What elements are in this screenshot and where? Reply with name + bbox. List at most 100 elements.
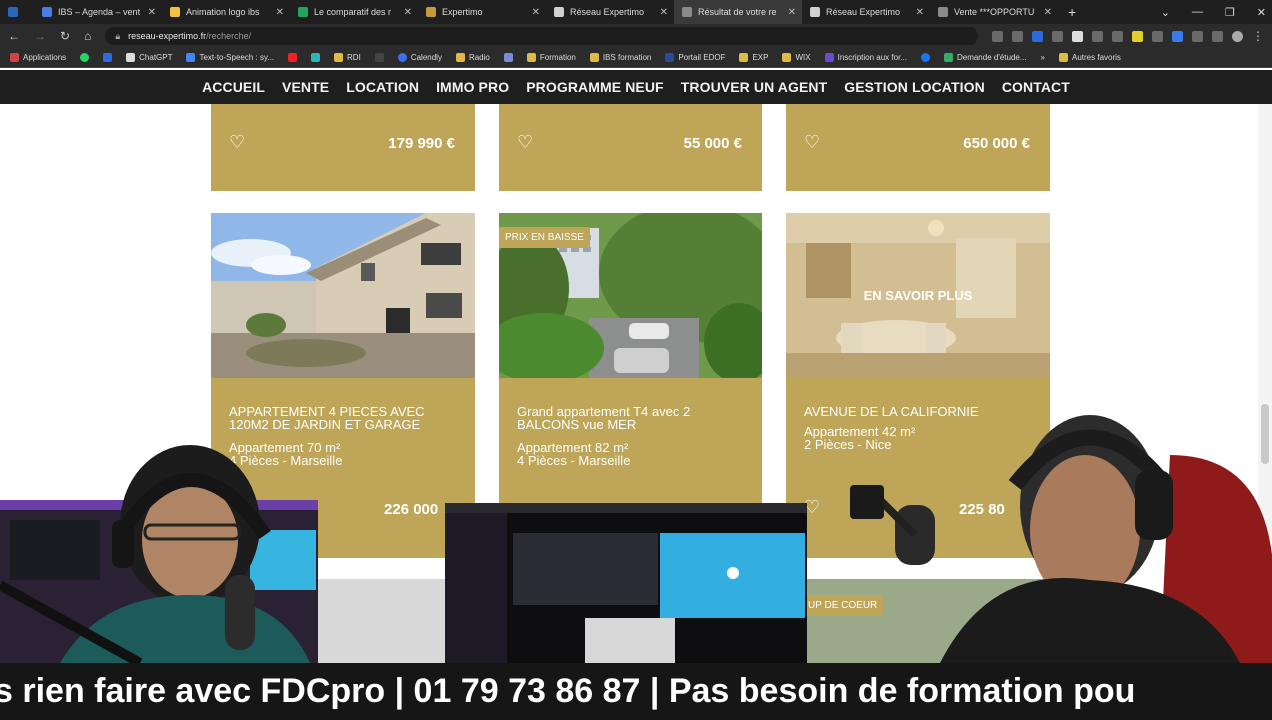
bookmark-item[interactable]: Calendly [397, 53, 442, 62]
linkedin-icon [8, 7, 18, 17]
url-field[interactable]: 🔒︎ reseau-expertimo.fr/recherche/ [105, 27, 978, 45]
close-icon[interactable]: ✕ [404, 7, 412, 18]
chatgpt-icon [126, 53, 136, 62]
tab-comparatif[interactable]: Le comparatif des r ✕ [290, 0, 418, 24]
listing-card[interactable]: ♡ 179 990 € [211, 104, 475, 191]
close-icon[interactable]: ✕ [148, 7, 156, 18]
extension-icon[interactable] [1072, 30, 1083, 42]
extension-icon[interactable] [1152, 30, 1163, 42]
extension-icon[interactable] [1112, 30, 1123, 42]
webcam-right [840, 395, 1272, 663]
bookmark-item[interactable]: Radio [455, 53, 490, 62]
reload-icon[interactable]: ↻ [60, 29, 70, 43]
page-favicon-icon [810, 7, 820, 17]
favorite-heart-icon[interactable]: ♡ [804, 132, 820, 153]
listing-details: Appartement 82 m² 4 Pièces - Marseille [517, 441, 747, 467]
bookmark-item[interactable]: Autres favoris [1059, 53, 1121, 62]
zoom-extension-icon[interactable] [1032, 30, 1043, 42]
listing-photo[interactable] [211, 213, 475, 378]
avatar[interactable] [1232, 30, 1243, 42]
bookmark-item[interactable]: RDI [334, 53, 361, 62]
sidebar-icon[interactable] [1212, 30, 1223, 42]
bookmark-item[interactable] [80, 53, 90, 62]
back-icon[interactable]: ← [8, 29, 20, 43]
bookmark-item[interactable] [503, 53, 513, 62]
bookmark-item[interactable] [311, 53, 321, 62]
window-controls: ⌄ — ❐ ✕ [1161, 0, 1266, 24]
listing-card[interactable]: ♡ 55 000 € [499, 104, 762, 191]
extension-icon[interactable] [1172, 30, 1183, 42]
close-icon[interactable]: ✕ [660, 7, 668, 18]
tab-vente-opportu[interactable]: Vente ***OPPORTU ✕ [930, 0, 1058, 24]
apps-icon [10, 53, 19, 62]
close-icon[interactable]: ✕ [276, 7, 284, 18]
close-icon[interactable]: ✕ [532, 7, 540, 18]
bookmark-item[interactable]: Text-to-Speech : sy... [186, 53, 274, 62]
bookmark-item[interactable]: Inscription aux for... [824, 53, 907, 62]
tab-expertimo[interactable]: Expertimo ✕ [418, 0, 546, 24]
bookmark-item[interactable] [288, 53, 298, 62]
listing-card[interactable]: ♡ 650 000 € [786, 104, 1050, 191]
close-icon[interactable]: ✕ [1044, 7, 1052, 18]
bookmark-item[interactable]: IBS formation [589, 53, 651, 62]
bookmark-item[interactable]: Demande d'étude... [943, 53, 1027, 62]
favorite-heart-icon[interactable]: ♡ [517, 132, 533, 153]
bookmarks-overflow[interactable]: » [1041, 53, 1045, 62]
tab-ibs-agenda[interactable]: IBS – Agenda – vent ✕ [34, 0, 162, 24]
facebook-icon [920, 53, 930, 62]
nav-item-immo-pro[interactable]: IMMO PRO [436, 79, 509, 95]
learn-more-overlay[interactable]: EN SAVOIR PLUS [786, 213, 1050, 378]
tab-resultat[interactable]: Résultat de votre re ✕ [674, 0, 802, 24]
page-favicon-icon [938, 7, 948, 17]
tab-search-icon[interactable]: ⌄ [1161, 6, 1170, 19]
bookmark-item[interactable] [103, 53, 113, 62]
nav-item-contact[interactable]: CONTACT [1002, 79, 1070, 95]
favorite-heart-icon[interactable]: ♡ [229, 132, 245, 153]
bookmark-item[interactable] [374, 53, 384, 62]
bookmark-item[interactable]: ChatGPT [126, 53, 172, 62]
listing-title[interactable]: Grand appartement T4 avec 2 BALCONS vue … [517, 405, 747, 431]
folder-icon [739, 53, 749, 62]
tab-label: Animation logo ibs [186, 7, 260, 17]
minimize-icon[interactable]: — [1192, 6, 1203, 18]
close-icon[interactable]: ✕ [788, 7, 796, 18]
bookmark-item[interactable]: EXP [739, 53, 768, 62]
new-tab-icon[interactable]: + [1068, 4, 1076, 20]
close-window-icon[interactable]: ✕ [1257, 6, 1266, 19]
close-icon[interactable]: ✕ [916, 7, 924, 18]
price-drop-badge: PRIX EN BAISSE [499, 227, 590, 248]
home-icon[interactable]: ⌂ [84, 29, 91, 43]
puzzle-icon[interactable] [1192, 30, 1203, 42]
menu-icon[interactable]: ⋮ [1252, 29, 1264, 43]
bookmark-item[interactable]: Portail EDOF [665, 53, 725, 62]
extension-icon[interactable] [1052, 30, 1063, 42]
bookmark-item[interactable]: Formation [526, 53, 576, 62]
bookmark-item[interactable]: Applications [10, 53, 66, 62]
tab-animation-logo[interactable]: Animation logo ibs ✕ [162, 0, 290, 24]
zoom-icon [103, 53, 113, 62]
nav-item-trouver-agent[interactable]: TROUVER UN AGENT [681, 79, 828, 95]
tab-reseau-expertimo[interactable]: Réseau Expertimo ✕ [546, 0, 674, 24]
bookmark-label: Text-to-Speech : sy... [199, 53, 275, 62]
nav-item-vente[interactable]: VENTE [282, 79, 329, 95]
nav-item-programme-neuf[interactable]: PROGRAMME NEUF [526, 79, 664, 95]
listing-price: 179 990 € [388, 135, 455, 152]
extension-icon[interactable] [1132, 30, 1143, 42]
restore-icon[interactable]: ❐ [1225, 6, 1235, 19]
share-icon[interactable] [992, 30, 1003, 42]
tab-linkedin[interactable] [0, 0, 34, 24]
bookmark-item[interactable]: WIX [782, 53, 811, 62]
forward-icon[interactable]: → [34, 29, 46, 43]
nav-item-location[interactable]: LOCATION [346, 79, 419, 95]
nav-item-gestion-location[interactable]: GESTION LOCATION [844, 79, 985, 95]
screen-share-preview [445, 503, 807, 663]
address-bar: ← → ↻ ⌂ 🔒︎ reseau-expertimo.fr/recherche… [0, 24, 1272, 48]
tab-reseau-expertimo-2[interactable]: Réseau Expertimo ✕ [802, 0, 930, 24]
extension-icon[interactable] [1092, 30, 1103, 42]
lock-icon: 🔒︎ [115, 30, 121, 41]
bookmark-item[interactable] [920, 53, 930, 62]
listing-photo[interactable]: EN SAVOIR PLUS [786, 213, 1050, 378]
nav-item-accueil[interactable]: ACCUEIL [202, 79, 265, 95]
listing-photo[interactable]: PRIX EN BAISSE [499, 213, 763, 378]
star-icon[interactable] [1012, 30, 1023, 42]
